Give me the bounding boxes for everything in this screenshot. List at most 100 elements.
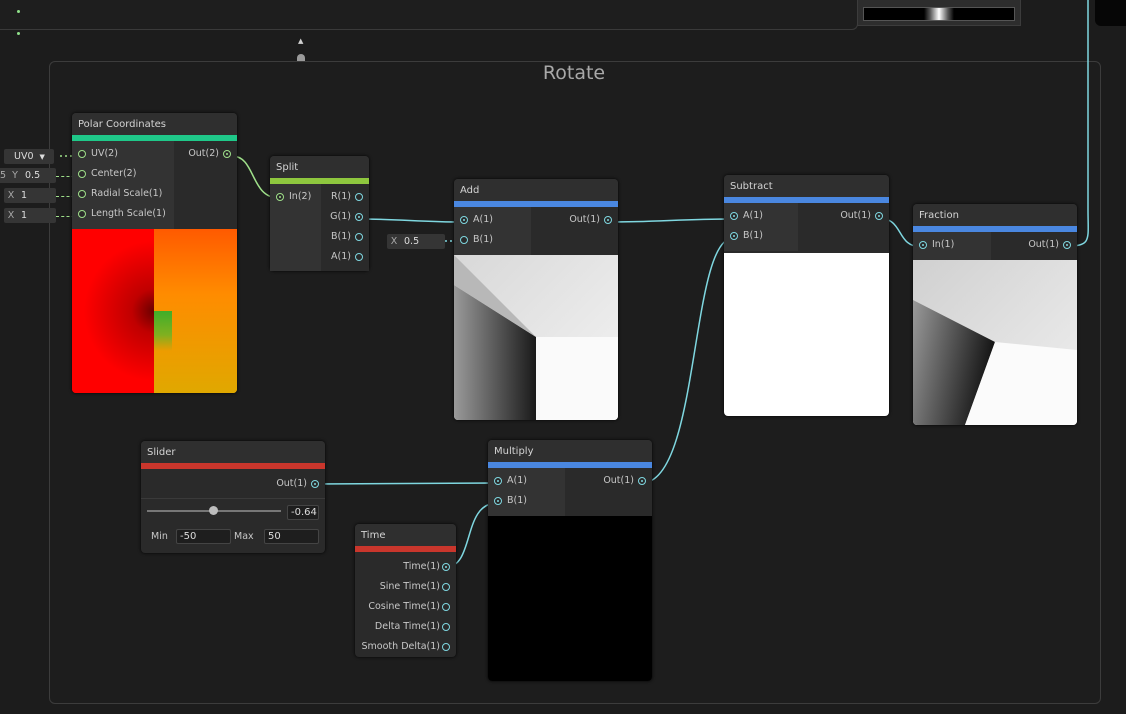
port-icon[interactable] <box>78 210 86 218</box>
port-label: Smooth Delta(1) <box>361 641 440 652</box>
node-preview <box>913 260 1077 425</box>
input-port-b[interactable]: B(1) <box>724 226 798 246</box>
preview-image <box>454 255 618 420</box>
radial-x-value: 1 <box>21 190 28 201</box>
input-port-a[interactable]: A(1) <box>488 471 565 491</box>
output-port-a[interactable]: A(1) <box>321 247 369 267</box>
slider-value-field[interactable]: -0.64 <box>287 505 319 520</box>
node-title[interactable]: Slider <box>141 441 325 463</box>
port-label: Time(1) <box>403 561 440 572</box>
output-port[interactable]: Out(1) <box>141 474 325 494</box>
length-scale-default-field[interactable]: X1 <box>4 208 56 223</box>
port-icon[interactable] <box>460 216 468 224</box>
node-title[interactable]: Add <box>454 179 618 201</box>
port-label: B(1) <box>507 495 527 506</box>
time-node[interactable]: Time Time(1) Sine Time(1) Cosine Time(1)… <box>355 524 456 657</box>
uv-channel-dropdown[interactable]: UV0 ▼ <box>4 149 54 164</box>
output-port-delta-time[interactable]: Delta Time(1) <box>355 617 456 637</box>
subtract-node[interactable]: Subtract A(1) B(1) Out(1) <box>724 175 889 416</box>
port-icon[interactable] <box>78 170 86 178</box>
uv-channel-value: UV0 <box>14 151 34 162</box>
input-port-b[interactable]: B(1) <box>488 491 565 511</box>
output-port-r[interactable]: R(1) <box>321 187 369 207</box>
port-icon[interactable] <box>442 623 450 631</box>
port-icon[interactable] <box>223 150 231 158</box>
fraction-node[interactable]: Fraction In(1) Out(1) <box>913 204 1077 425</box>
port-label: Out(1) <box>276 478 307 489</box>
node-title[interactable]: Split <box>270 156 369 178</box>
port-icon[interactable] <box>460 236 468 244</box>
input-port-length-scale[interactable]: Length Scale(1) <box>72 204 174 224</box>
arrow-up-icon[interactable]: ▲ <box>298 38 303 45</box>
input-port-in[interactable]: In(2) <box>270 187 321 207</box>
port-icon[interactable] <box>355 193 363 201</box>
input-port-uv[interactable]: UV(2) <box>72 144 174 164</box>
port-icon[interactable] <box>442 603 450 611</box>
port-icon[interactable] <box>355 233 363 241</box>
port-icon[interactable] <box>311 480 319 488</box>
node-title[interactable]: Fraction <box>913 204 1077 226</box>
port-icon[interactable] <box>494 477 502 485</box>
port-icon[interactable] <box>78 190 86 198</box>
add-b-default-field[interactable]: X 0.5 <box>387 234 445 249</box>
node-preview <box>488 516 652 681</box>
port-label: R(1) <box>330 191 351 202</box>
gradient-preview-bar <box>863 7 1015 21</box>
input-port-b[interactable]: B(1) <box>454 230 531 250</box>
add-node[interactable]: Add A(1) B(1) Out(1) <box>454 179 618 420</box>
input-port-in[interactable]: In(1) <box>913 235 991 255</box>
output-port-cosine-time[interactable]: Cosine Time(1) <box>355 597 456 617</box>
output-port-smooth-delta[interactable]: Smooth Delta(1) <box>355 637 456 657</box>
port-icon[interactable] <box>1063 241 1071 249</box>
port-icon[interactable] <box>604 216 612 224</box>
split-node[interactable]: Split In(2) R(1) G(1) B(1) A(1) <box>270 156 369 271</box>
output-port[interactable]: Out(1) <box>565 471 652 491</box>
max-field[interactable]: 50 <box>264 529 319 544</box>
group-title[interactable]: Rotate <box>0 62 1126 84</box>
port-label: B(1) <box>473 234 493 245</box>
node-title[interactable]: Polar Coordinates <box>72 113 237 135</box>
port-icon[interactable] <box>875 212 883 220</box>
polar-coordinates-node[interactable]: Polar Coordinates UV(2) Center(2) Radial… <box>72 113 237 393</box>
input-port-a[interactable]: A(1) <box>454 210 531 230</box>
default-x-label: X <box>390 236 398 247</box>
node-title[interactable]: Time <box>355 524 456 546</box>
slider-knob[interactable] <box>209 506 218 515</box>
output-port[interactable]: Out(2) <box>174 144 237 164</box>
port-label: Out(1) <box>569 214 600 225</box>
output-port-sine-time[interactable]: Sine Time(1) <box>355 577 456 597</box>
output-port-b[interactable]: B(1) <box>321 227 369 247</box>
port-icon[interactable] <box>638 477 646 485</box>
center-default-field[interactable]: 5 Y 0.5 <box>0 168 56 183</box>
output-port-time[interactable]: Time(1) <box>355 557 456 577</box>
port-icon[interactable] <box>730 212 738 220</box>
port-icon[interactable] <box>442 643 450 651</box>
port-icon[interactable] <box>355 253 363 261</box>
port-icon[interactable] <box>494 497 502 505</box>
input-port-a[interactable]: A(1) <box>724 206 798 226</box>
port-icon[interactable] <box>730 232 738 240</box>
node-title[interactable]: Subtract <box>724 175 889 197</box>
port-icon[interactable] <box>442 563 450 571</box>
port-icon[interactable] <box>78 150 86 158</box>
input-port-radial-scale[interactable]: Radial Scale(1) <box>72 184 174 204</box>
node-preview <box>724 253 889 416</box>
node-title[interactable]: Multiply <box>488 440 652 462</box>
output-port[interactable]: Out(1) <box>798 206 889 226</box>
graph-canvas[interactable]: ▲ ▼ Rotate UV0 ▼ 5Y0.5 X1 X1 Polar Coord… <box>0 0 1126 714</box>
multiply-node[interactable]: Multiply A(1) B(1) Out(1) <box>488 440 652 681</box>
output-port[interactable]: Out(1) <box>531 210 618 230</box>
output-port[interactable]: Out(1) <box>991 235 1077 255</box>
preview-image <box>913 260 1077 425</box>
output-port-g[interactable]: G(1) <box>321 207 369 227</box>
port-icon[interactable] <box>442 583 450 591</box>
port-icon[interactable] <box>276 193 284 201</box>
port-label: A(1) <box>331 251 351 262</box>
min-field[interactable]: -50 <box>176 529 231 544</box>
input-port-center[interactable]: Center(2) <box>72 164 174 184</box>
port-icon[interactable] <box>355 213 363 221</box>
port-label: Out(1) <box>603 475 634 486</box>
port-icon[interactable] <box>919 241 927 249</box>
radial-scale-default-field[interactable]: X1 <box>4 188 56 203</box>
slider-node[interactable]: Slider Out(1) -0.64 Min -50 Max 50 <box>141 441 325 553</box>
